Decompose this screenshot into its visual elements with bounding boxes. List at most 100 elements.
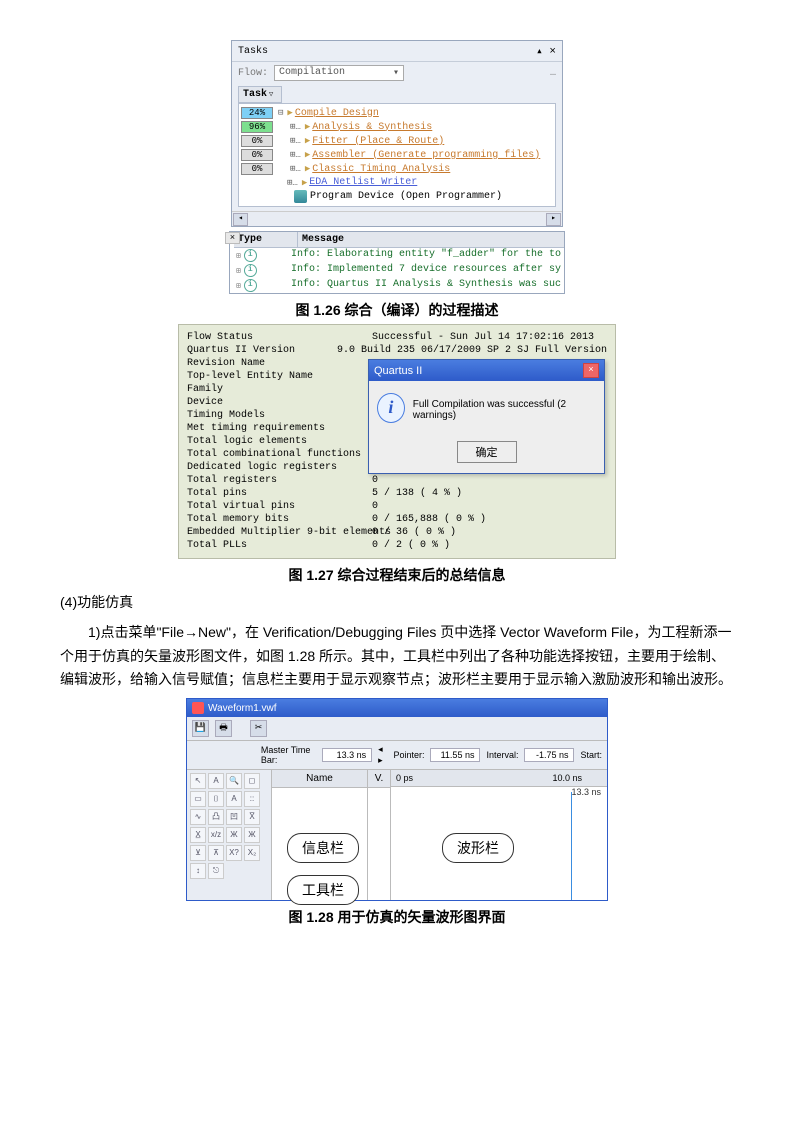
summary-value: Successful - Sun Jul 14 17:02:16 2013: [372, 332, 594, 343]
window-title: Waveform1.vwf: [208, 703, 277, 714]
time-marker[interactable]: [571, 792, 572, 900]
summary-value: 0: [372, 501, 378, 512]
expand-icon[interactable]: ⊞…: [290, 136, 301, 146]
task-row-compile[interactable]: 24% ⊟ ▶ Compile Design: [239, 106, 555, 120]
task-row-analysis[interactable]: 96% ⊞… ▶ Analysis & Synthesis: [239, 120, 555, 134]
summary-key: Total logic elements: [187, 436, 372, 447]
scroll-right-icon[interactable]: ▸: [546, 213, 561, 226]
time-tick: 10.0 ns: [552, 773, 582, 783]
time-marker-label: 13.3 ns: [391, 787, 607, 797]
task-row-eda[interactable]: ⊞… ▶ EDA Netlist Writer: [239, 176, 555, 189]
close-messages-icon[interactable]: ×: [225, 232, 240, 244]
info-icon: i: [377, 393, 405, 423]
flow-row: Flow: Compilation ▾ …: [232, 62, 562, 84]
expand-icon[interactable]: ⊞…: [287, 178, 298, 188]
tool-icon[interactable]: ⊻: [190, 845, 206, 861]
task-link[interactable]: Program Device (Open Programmer): [310, 191, 502, 202]
message-text: Info: Implemented 7 device resources aft…: [291, 264, 561, 277]
tasks-title: Tasks: [238, 46, 268, 57]
callout-wave: 波形栏: [442, 833, 514, 863]
mtb-value[interactable]: 13.3 ns: [322, 748, 372, 762]
task-column-header[interactable]: Task ▽: [238, 86, 282, 103]
horizontal-scrollbar[interactable]: ◂ ▸: [232, 211, 562, 226]
print-icon[interactable]: 🖶: [215, 720, 232, 737]
message-text: Info: Elaborating entity "f_adder" for t…: [291, 249, 561, 262]
zoom-tool-icon[interactable]: 🔍: [226, 773, 242, 789]
summary-key: Total registers: [187, 475, 372, 486]
flow-dropdown[interactable]: Compilation ▾: [274, 65, 404, 81]
dialog-titlebar[interactable]: Quartus II ×: [369, 360, 604, 381]
tool-icon[interactable]: X̅: [244, 809, 260, 825]
tool-icon[interactable]: 凸: [208, 809, 224, 825]
tool-icon[interactable]: ◻: [244, 773, 260, 789]
progress-badge: 0%: [241, 149, 273, 161]
mtb-arrows-icon[interactable]: ◂ ▸: [378, 744, 387, 766]
task-link[interactable]: Fitter (Place & Route): [312, 136, 444, 147]
tool-icon[interactable]: ↕: [190, 863, 206, 879]
save-icon[interactable]: 💾: [192, 720, 209, 737]
message-panel: × Type Message ⊞i Info: Elaborating enti…: [229, 231, 565, 294]
tool-icon[interactable]: ▭: [190, 791, 206, 807]
callout-info: 信息栏: [287, 833, 359, 863]
tool-icon[interactable]: X₂: [244, 845, 260, 861]
progress-badge: 0%: [241, 163, 273, 175]
summary-row: Total registers0: [187, 474, 607, 487]
message-text: Info: Quartus II Analysis & Synthesis wa…: [291, 279, 561, 292]
tool-icon[interactable]: ⌷: [208, 791, 224, 807]
panel-collapse-icon[interactable]: ▴ ×: [536, 44, 556, 58]
expand-icon[interactable]: ⊞…: [290, 150, 301, 160]
task-link[interactable]: Analysis & Synthesis: [312, 122, 432, 133]
scroll-left-icon[interactable]: ◂: [233, 213, 248, 226]
play-icon: ▶: [305, 136, 310, 146]
play-icon: ▶: [305, 122, 310, 132]
task-tree: 24% ⊟ ▶ Compile Design 96% ⊞… ▶ Analysis…: [238, 103, 556, 207]
expand-icon[interactable]: ⊞…: [290, 122, 301, 132]
ok-button[interactable]: 确定: [457, 441, 517, 463]
cut-icon[interactable]: ✂: [250, 720, 267, 737]
summary-value: 0 / 2 ( 0 % ): [372, 540, 450, 551]
summary-key: Quartus II Version: [187, 345, 337, 356]
summary-key: Timing Models: [187, 410, 372, 421]
tool-icon[interactable]: ⊼: [208, 845, 224, 861]
tool-icon[interactable]: X?: [226, 845, 242, 861]
start-label: Start:: [580, 750, 602, 760]
task-row-timing[interactable]: 0% ⊞… ▶ Classic Timing Analysis: [239, 162, 555, 176]
tool-icon[interactable]: Ж: [244, 827, 260, 843]
task-row-program[interactable]: Program Device (Open Programmer): [239, 189, 555, 204]
tool-icon[interactable]: Ж: [226, 827, 242, 843]
summary-key: Dedicated logic registers: [187, 462, 372, 473]
task-link[interactable]: Compile Design: [295, 108, 379, 119]
mtb-label: Master Time Bar:: [261, 745, 316, 765]
tool-icon[interactable]: ∿: [190, 809, 206, 825]
summary-row: Total virtual pins0: [187, 500, 607, 513]
progress-badge: 0%: [241, 135, 273, 147]
tool-icon[interactable]: 凹: [226, 809, 242, 825]
waveform-titlebar[interactable]: Waveform1.vwf: [187, 699, 607, 717]
summary-row: Embedded Multiplier 9-bit elements0 / 36…: [187, 526, 607, 539]
value-column: V.: [368, 770, 391, 900]
tool-icon[interactable]: x/z: [208, 827, 224, 843]
tool-icon[interactable]: X̲: [190, 827, 206, 843]
task-link[interactable]: EDA Netlist Writer: [309, 177, 417, 188]
expand-icon[interactable]: ⊟: [278, 108, 283, 118]
info-icon: i: [244, 264, 257, 277]
waveform-window: Waveform1.vwf 💾 🖶 ✂ Master Time Bar: 13.…: [186, 698, 608, 901]
summary-key: Embedded Multiplier 9-bit elements: [187, 527, 372, 538]
task-link[interactable]: Classic Timing Analysis: [312, 164, 450, 175]
program-icon: [294, 190, 307, 203]
task-row-assembler[interactable]: 0% ⊞… ▶ Assembler (Generate programming …: [239, 148, 555, 162]
tool-icon[interactable]: ::: [244, 791, 260, 807]
tool-icon[interactable]: ⎋: [208, 863, 224, 879]
waveform-toolbar: 💾 🖶 ✂: [187, 717, 607, 741]
flow-more-icon[interactable]: …: [550, 68, 556, 79]
tool-icon[interactable]: A: [226, 791, 242, 807]
expand-icon[interactable]: ⊞…: [290, 164, 301, 174]
task-link[interactable]: Assembler (Generate programming files): [312, 150, 540, 161]
progress-badge: 96%: [241, 121, 273, 133]
task-row-fitter[interactable]: 0% ⊞… ▶ Fitter (Place & Route): [239, 134, 555, 148]
arrow-tool-icon[interactable]: ↖: [190, 773, 206, 789]
text-tool-icon[interactable]: A: [208, 773, 224, 789]
chevron-down-icon: ▾: [393, 67, 399, 79]
close-icon[interactable]: ×: [583, 363, 599, 378]
summary-value: 9.0 Build 235 06/17/2009 SP 2 SJ Full Ve…: [337, 345, 607, 356]
